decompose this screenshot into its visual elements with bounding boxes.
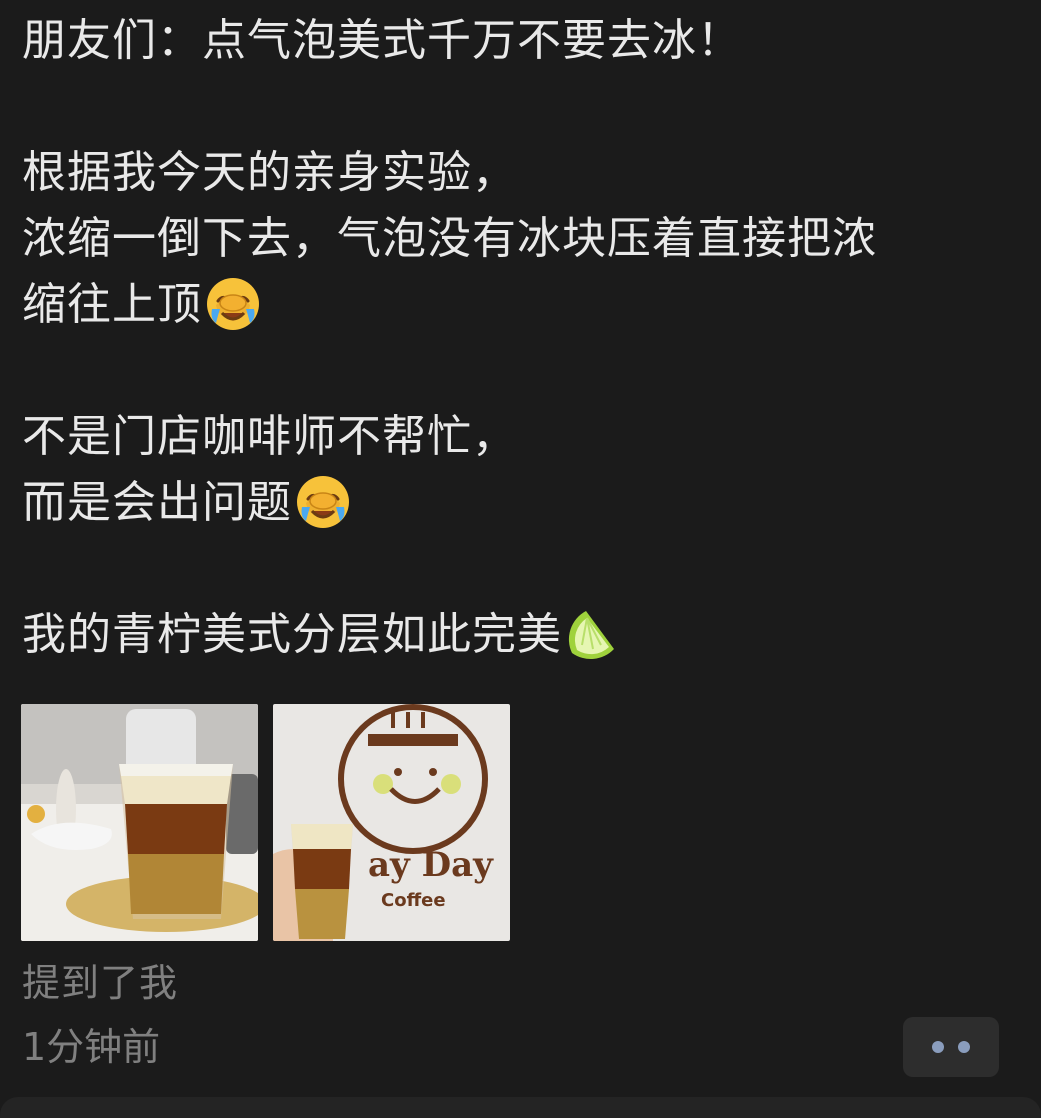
photo-thumbnail-1[interactable] [21, 704, 258, 941]
mention-label[interactable]: 提到了我 [22, 958, 178, 1008]
post-line: 不是门店咖啡师不帮忙， [22, 411, 517, 462]
face-palm-crying-icon [204, 275, 262, 333]
comment-panel-edge [0, 1097, 1041, 1118]
post-line: 根据我今天的亲身实验， [22, 147, 517, 198]
post-body: 朋友们：点气泡美式千万不要去冰！ 根据我今天的亲身实验， 浓缩一倒下去，气泡没有… [22, 8, 1012, 668]
dot-icon [932, 1041, 944, 1053]
photo-grid: ay Day Coffee [21, 704, 510, 941]
post-line: 我的青柠美式分层如此完美 [22, 602, 1012, 668]
post-line-title: 朋友们：点气泡美式千万不要去冰！ [22, 15, 742, 66]
photo-sign-subtext: Coffee [381, 890, 446, 911]
post-line-text: 而是会出问题 [22, 477, 292, 528]
post-line-text: 我的青柠美式分层如此完美 [22, 609, 562, 660]
lime-icon [564, 605, 622, 663]
dot-icon [958, 1041, 970, 1053]
post-line: 浓缩一倒下去，气泡没有冰块压着直接把浓 [22, 213, 877, 264]
post-line-gap [22, 338, 1012, 404]
photo-sign-text: ay Day [368, 845, 494, 885]
face-palm-crying-icon [294, 473, 352, 531]
post-line-gap [22, 74, 1012, 140]
post-line-gap [22, 536, 1012, 602]
post-line: 而是会出问题 [22, 470, 1012, 536]
post-line-text: 缩往上顶 [22, 279, 202, 330]
timestamp: 1分钟前 [22, 1025, 161, 1069]
photo-thumbnail-2[interactable]: ay Day Coffee [273, 704, 510, 941]
more-actions-button[interactable] [903, 1017, 999, 1077]
post-line: 缩往上顶 [22, 272, 1012, 338]
